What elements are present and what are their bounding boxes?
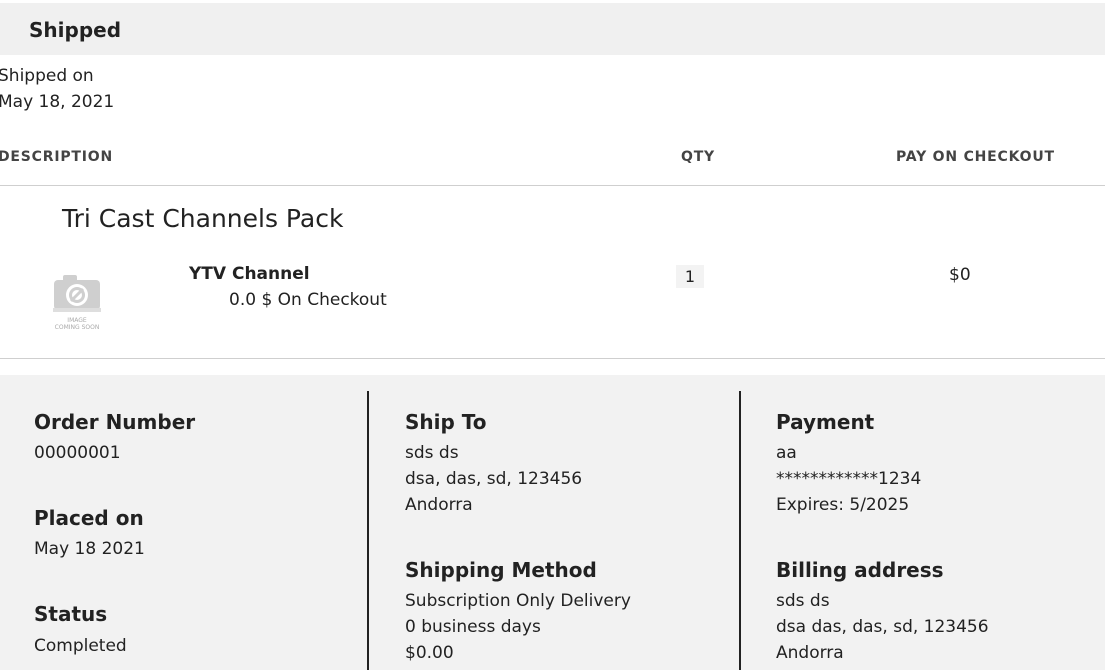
status-value: Completed (34, 636, 127, 656)
summary-column-divider (367, 391, 369, 670)
billing-address-line: dsa das, das, sd, 123456 (776, 617, 989, 637)
shipping-method-line: 0 business days (405, 617, 541, 637)
ship-to-line: sds ds (405, 443, 459, 463)
payment-expiry: Expires: 5/2025 (776, 495, 910, 515)
image-coming-soon-icon: IMAGE COMING SOON (50, 272, 106, 334)
column-header-description: DESCRIPTION (0, 149, 113, 165)
shipping-method-line: Subscription Only Delivery (405, 591, 631, 611)
shipment-status-header: Shipped (0, 3, 1105, 55)
item-name: YTV Channel (189, 264, 310, 284)
placed-on-value: May 18 2021 (34, 539, 145, 559)
billing-address-line: sds ds (776, 591, 830, 611)
image-caption-line-2: COMING SOON (55, 324, 100, 331)
order-number-label: Order Number (34, 410, 196, 434)
pack-title: Tri Cast Channels Pack (62, 204, 344, 233)
shipped-on-label: Shipped on (0, 66, 94, 86)
item-quantity: 1 (676, 265, 704, 288)
payment-label: Payment (776, 410, 875, 434)
column-header-pay-on-checkout: PAY ON CHECKOUT (896, 149, 1055, 165)
payment-line: aa (776, 443, 797, 463)
placed-on-label: Placed on (34, 506, 144, 530)
table-bottom-divider (0, 358, 1105, 359)
shipping-method-line: $0.00 (405, 643, 454, 663)
summary-column-divider (739, 391, 741, 670)
table-divider (0, 185, 1105, 186)
shipment-status-title: Shipped (29, 18, 122, 42)
shipping-method-label: Shipping Method (405, 558, 597, 582)
item-price-note: 0.0 $ On Checkout (229, 290, 387, 310)
ship-to-line: dsa, das, sd, 123456 (405, 469, 583, 489)
order-number-value: 00000001 (34, 443, 121, 463)
shipped-on-date: May 18, 2021 (0, 92, 115, 112)
order-detail-page: Shipped Shipped on May 18, 2021 DESCRIPT… (0, 0, 1105, 670)
payment-card-number: ************1234 (776, 469, 922, 489)
billing-address-line: Andorra (776, 643, 844, 663)
item-pay-amount: $0 (949, 265, 971, 285)
ship-to-label: Ship To (405, 410, 487, 434)
column-header-qty: QTY (681, 149, 715, 165)
image-caption-line-1: IMAGE (67, 317, 87, 324)
billing-address-label: Billing address (776, 558, 944, 582)
status-label: Status (34, 602, 108, 626)
order-summary-panel: Order Number 00000001 Placed on May 18 2… (0, 375, 1105, 670)
ship-to-line: Andorra (405, 495, 473, 515)
